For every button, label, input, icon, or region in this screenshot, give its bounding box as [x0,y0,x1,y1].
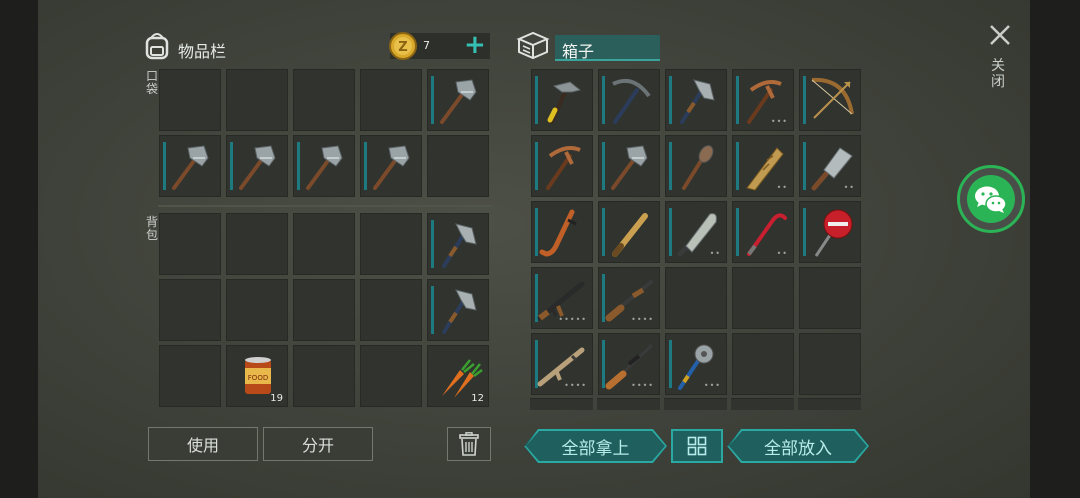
close-icon [990,25,1010,45]
box-slot-assault-rifle[interactable]: ••••• [531,267,593,329]
box-icon [516,30,550,60]
backpack-slot-carrot[interactable]: 12 [427,345,489,407]
backpack-slot-empty[interactable] [293,345,355,407]
box-slot-pickaxe-copper[interactable] [531,135,593,197]
pocket-label: 口袋 [145,69,158,96]
box-slot-empty[interactable] [732,333,794,395]
section-divider [158,205,492,207]
box-slot-claw-hammer[interactable] [531,69,593,131]
box-slot-cleaver[interactable]: •• [799,135,861,197]
box-slot-scar-rifle[interactable]: •••• [531,333,593,395]
backpack-slot-empty[interactable] [360,345,422,407]
backpack-slot-empty[interactable] [293,279,355,341]
item-quality-dots: •••• [631,381,654,390]
box-slot-bow[interactable] [799,69,861,131]
backpack-slot-empty[interactable] [159,279,221,341]
use-button[interactable]: 使用 [148,427,258,461]
item-quality-dots: ••• [703,381,721,390]
backpack-slot-empty[interactable] [360,213,422,275]
box-slot-stop-sign[interactable] [799,201,861,263]
box-slot-pickaxe-copper[interactable]: ••• [732,69,794,131]
take-all-button[interactable]: 全部拿上 [524,429,667,463]
item-quality-dots: •• [776,183,788,192]
box-slot-baseball-bat[interactable] [598,201,660,263]
wechat-icon [967,175,1015,223]
put-all-button[interactable]: 全部放入 [727,429,869,463]
box-slot-mace[interactable] [665,135,727,197]
backpack-slot-canned_food[interactable]: FOOD 19 [226,345,288,407]
coin-counter[interactable]: Z 7 + [389,30,490,60]
backpack-slot-hatchet[interactable] [427,213,489,275]
box-slot-empty[interactable] [732,267,794,329]
item-quality-dots: •• [843,183,855,192]
box-slot-plank-club[interactable]: •• [732,135,794,197]
box-slot-empty[interactable] [799,267,861,329]
pocket-slot-empty[interactable] [159,69,221,131]
item-quality-dots: •• [709,249,721,258]
box-slot-hunting-rifle[interactable]: •••• [598,333,660,395]
coin-icon: Z [389,32,417,60]
box-title-field[interactable]: 箱子 [555,35,660,61]
box-slot-hockey-stick[interactable] [531,201,593,263]
box-slot-empty[interactable] [665,267,727,329]
pocket-slot-empty[interactable] [293,69,355,131]
backpack-slot-hatchet[interactable] [427,279,489,341]
left-edge [0,0,38,498]
sort-button[interactable] [671,429,723,463]
svg-text:Z: Z [398,40,407,55]
backpack-slot-empty[interactable] [226,213,288,275]
close-button[interactable]: 关闭 [985,22,1015,102]
right-edge [1030,0,1080,498]
pocket-slot-hammer[interactable] [226,135,288,197]
item-quality-dots: •• [776,249,788,258]
pocket-slot-hammer[interactable] [293,135,355,197]
pocket-slot-hammer[interactable] [159,135,221,197]
trash-button[interactable] [447,427,491,461]
box-slot-saw-mace[interactable]: ••• [665,333,727,395]
pocket-slot-empty[interactable] [427,135,489,197]
backpack-slot-empty[interactable] [226,279,288,341]
item-quality-dots: ••••• [558,315,587,324]
box-slot-hatchet[interactable] [665,69,727,131]
box-slot-pickaxe[interactable] [598,69,660,131]
box-slot-crowbar[interactable]: •• [732,201,794,263]
backpack-label: 背包 [145,215,158,242]
put-all-label: 全部放入 [764,438,832,459]
pocket-slot-hammer[interactable] [360,135,422,197]
box-slot-hammer[interactable] [598,135,660,197]
take-all-label: 全部拿上 [561,438,630,459]
item-quality-dots: •••• [631,315,654,324]
box-title: 箱子 [562,42,595,61]
wechat-floating-button[interactable] [957,165,1025,233]
backpack-slot-empty[interactable] [159,345,221,407]
item-count: 19 [270,393,283,404]
box-slot-empty[interactable] [799,333,861,395]
box-slot-shotgun[interactable]: •••• [598,267,660,329]
backpack-slot-empty[interactable] [360,279,422,341]
pocket-slot-hammer[interactable] [427,69,489,131]
item-quality-dots: •••• [564,381,587,390]
item-count: 12 [471,393,484,404]
pocket-slot-empty[interactable] [226,69,288,131]
add-coins-button[interactable]: + [464,30,486,60]
coin-count: 7 [423,39,430,52]
box-grid-overflow [530,398,864,410]
backpack-icon [142,30,172,60]
inventory-title: 物品栏 [178,42,227,61]
svg-text:FOOD: FOOD [248,374,268,382]
backpack-slot-empty[interactable] [159,213,221,275]
trash-icon [459,432,479,456]
split-button[interactable]: 分开 [263,427,373,461]
backpack-slot-empty[interactable] [293,213,355,275]
grid-sort-icon [687,436,707,456]
close-label: 关闭 [991,58,1005,90]
box-slot-machete[interactable]: •• [665,201,727,263]
pocket-slot-empty[interactable] [360,69,422,131]
item-quality-dots: ••• [770,117,788,126]
